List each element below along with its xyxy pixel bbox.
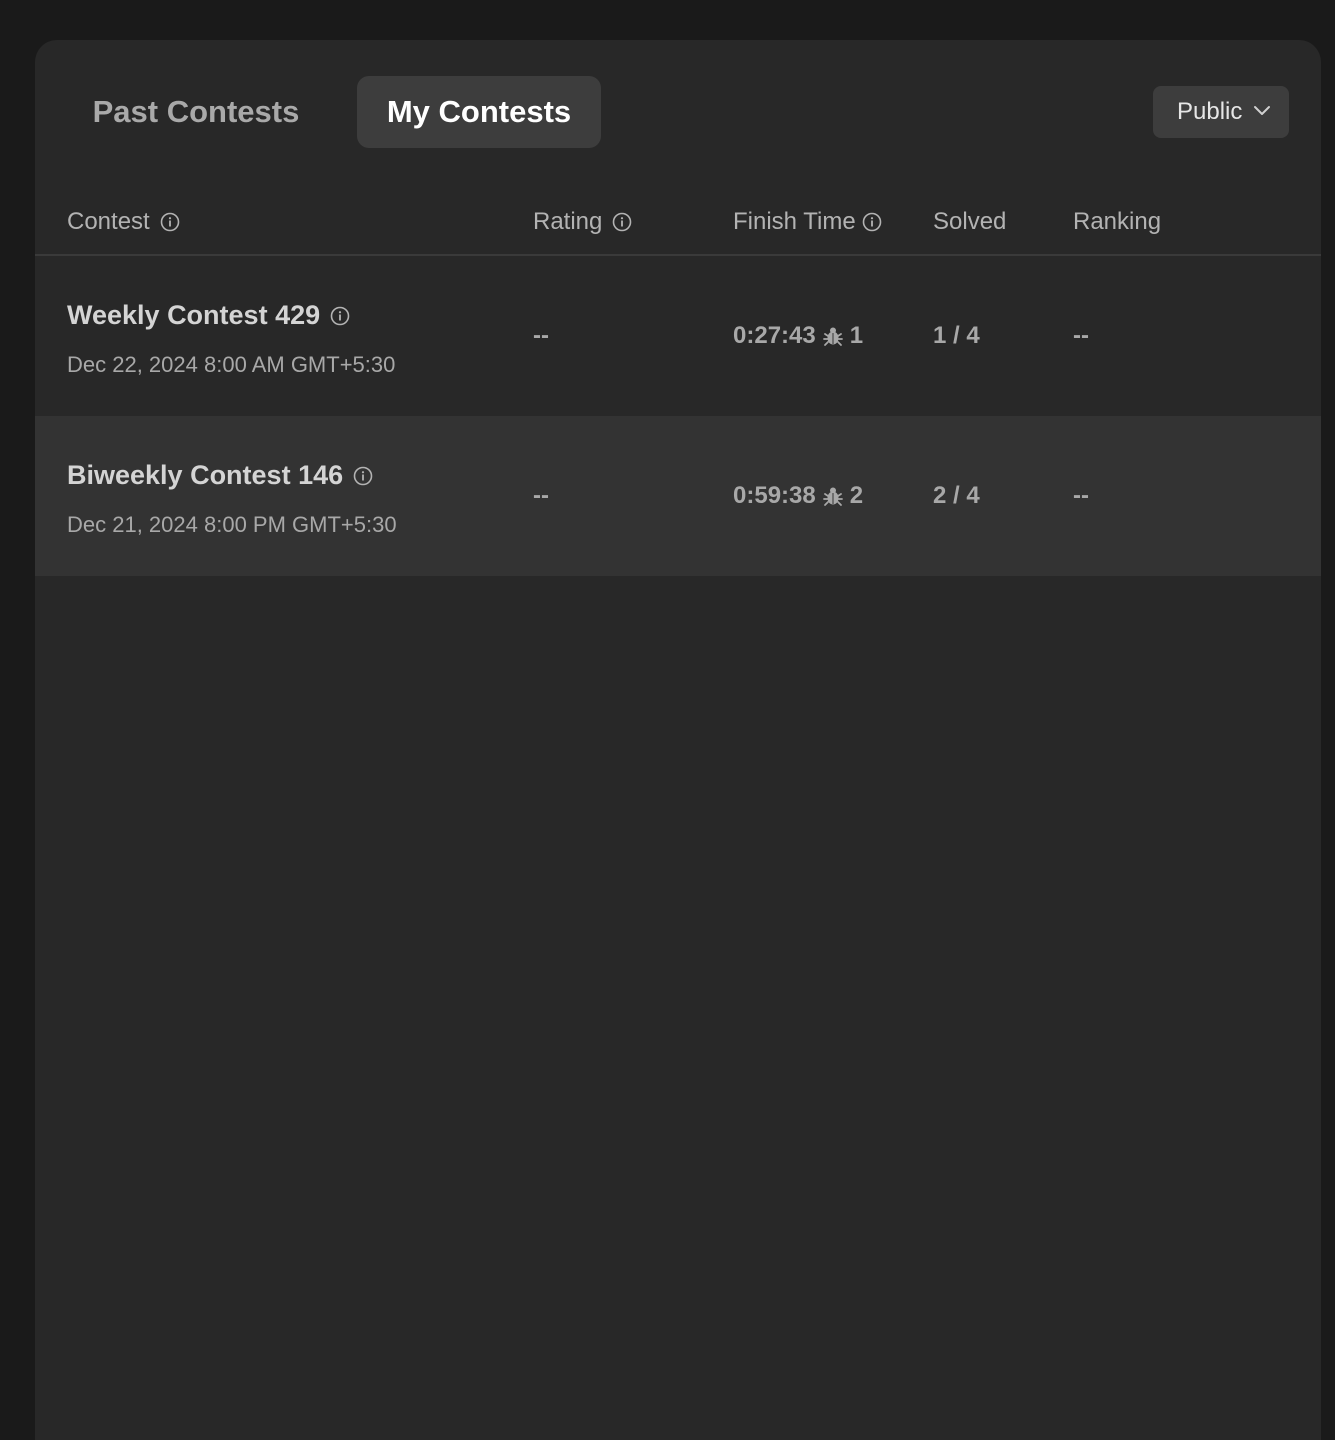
rating-value: -- xyxy=(533,322,549,349)
info-icon[interactable] xyxy=(862,212,882,232)
info-icon[interactable] xyxy=(160,212,180,232)
chevron-down-icon xyxy=(1253,101,1271,119)
info-icon[interactable] xyxy=(612,212,632,232)
finish-time: 0:59:38 2 xyxy=(733,482,863,510)
solved-value: 2 / 4 xyxy=(933,482,980,509)
solved-value: 1 / 4 xyxy=(933,322,980,349)
info-icon[interactable] xyxy=(353,466,373,486)
column-header-finish-time: Finish Time xyxy=(733,204,882,240)
table-row[interactable]: Weekly Contest 429 Dec 22, 2024 8:00 AM … xyxy=(35,256,1321,416)
table-row[interactable]: Biweekly Contest 146 Dec 21, 2024 8:00 P… xyxy=(35,416,1321,576)
contest-name[interactable]: Weekly Contest 429 xyxy=(67,300,350,331)
finish-time-value: 0:59:38 xyxy=(733,482,816,509)
bug-icon xyxy=(822,325,844,347)
column-header-rating-label: Rating xyxy=(533,208,603,235)
contest-name-label: Biweekly Contest 146 xyxy=(67,460,344,490)
column-header-contest-label: Contest xyxy=(67,208,150,235)
column-header-solved: Solved xyxy=(933,208,1007,235)
ranking-value: -- xyxy=(1073,482,1089,509)
contest-date: Dec 21, 2024 8:00 PM GMT+5:30 xyxy=(67,512,397,537)
finish-time-value: 0:27:43 xyxy=(733,322,816,349)
bug-icon xyxy=(822,485,844,507)
contests-panel: Past Contests My Contests Public Contest… xyxy=(35,40,1321,1440)
column-header-ranking: Ranking xyxy=(1073,208,1162,235)
rating-value: -- xyxy=(533,482,549,509)
contest-name[interactable]: Biweekly Contest 146 xyxy=(67,460,373,491)
bug-count: 2 xyxy=(849,482,864,509)
contest-name-label: Weekly Contest 429 xyxy=(67,300,321,330)
ranking-value: -- xyxy=(1073,322,1089,349)
finish-time: 0:27:43 1 xyxy=(733,322,863,350)
tab-my-contests[interactable]: My Contests xyxy=(357,76,601,148)
column-header-contest: Contest xyxy=(67,204,180,240)
visibility-dropdown[interactable]: Public xyxy=(1153,86,1289,138)
bug-count: 1 xyxy=(849,322,864,349)
column-header-finish-time-label: Finish Time xyxy=(733,208,856,235)
info-icon[interactable] xyxy=(330,306,350,326)
tab-past-contests[interactable]: Past Contests xyxy=(67,76,325,148)
column-header-rating: Rating xyxy=(533,204,632,240)
contest-date: Dec 22, 2024 8:00 AM GMT+5:30 xyxy=(67,352,396,377)
visibility-dropdown-label: Public xyxy=(1177,98,1243,125)
